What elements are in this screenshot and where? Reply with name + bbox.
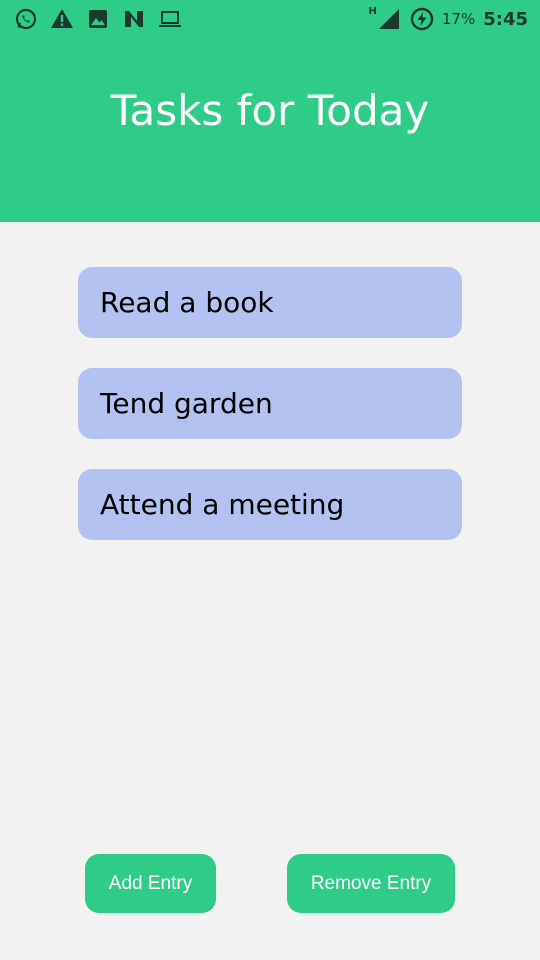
task-item[interactable]: Attend a meeting: [78, 469, 462, 540]
task-label: Tend garden: [100, 387, 273, 420]
task-item[interactable]: Read a book: [78, 267, 462, 338]
notification-icons: [14, 6, 182, 32]
network-type: H: [368, 6, 377, 17]
laptop-icon: [159, 11, 181, 27]
battery-percent: 17%: [441, 10, 476, 28]
whatsapp-icon: [15, 8, 37, 30]
task-label: Attend a meeting: [100, 488, 345, 521]
app-header: H 17% 5:45 Tasks for Today: [0, 0, 540, 222]
n-app-icon: [125, 11, 143, 27]
image-icon: [89, 10, 107, 28]
system-indicators: H 17% 5:45: [368, 4, 528, 34]
clock: 5:45: [483, 8, 528, 30]
task-item[interactable]: Tend garden: [78, 368, 462, 439]
add-entry-button[interactable]: Add Entry: [85, 854, 216, 913]
page-title: Tasks for Today: [110, 86, 430, 135]
warning-icon: [51, 9, 73, 28]
task-label: Read a book: [100, 286, 274, 319]
battery-charging-icon: [410, 7, 434, 31]
signal-icon: [378, 9, 399, 29]
status-bar: H 17% 5:45: [0, 0, 540, 38]
remove-entry-button[interactable]: Remove Entry: [287, 854, 455, 913]
